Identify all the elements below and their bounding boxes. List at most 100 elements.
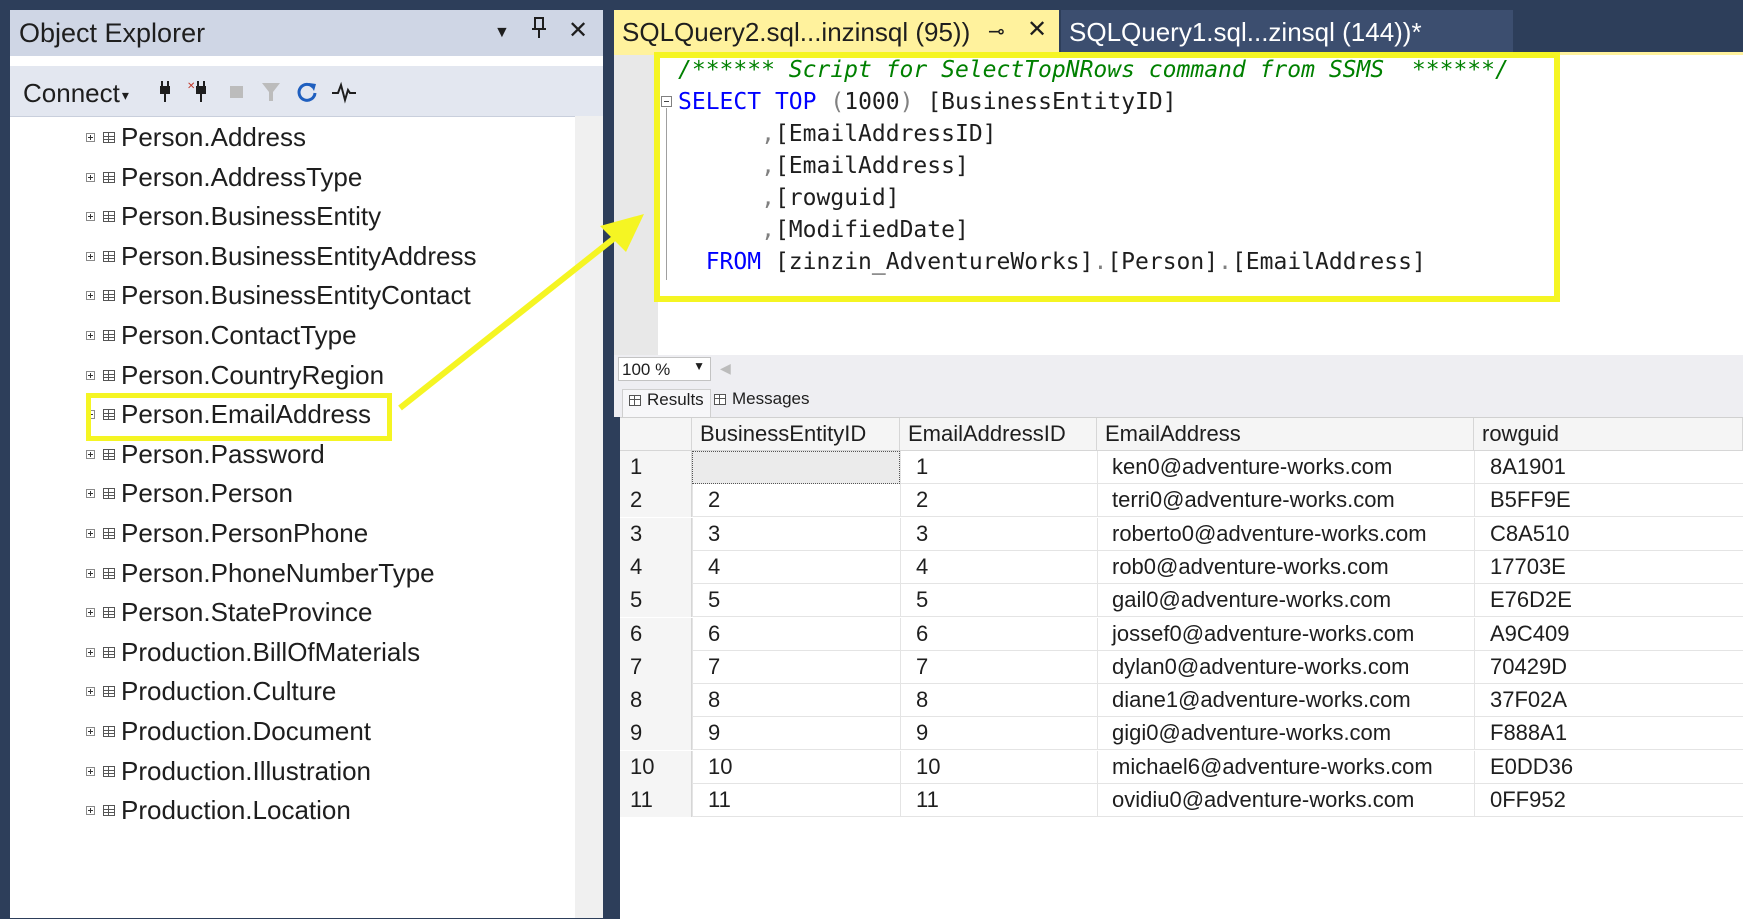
tree-item[interactable]: Person.BusinessEntityContact xyxy=(10,278,575,318)
table-cell[interactable]: diane1@adventure-works.com xyxy=(1112,687,1411,713)
table-cell[interactable]: 5 xyxy=(916,587,928,613)
table-cell[interactable]: roberto0@adventure-works.com xyxy=(1112,521,1427,547)
table-row[interactable]: 10 10 10 michael6@adventure-works.com E0DD36 xyxy=(620,750,1743,784)
table-cell[interactable]: gigi0@adventure-works.com xyxy=(1112,720,1391,746)
table-cell[interactable]: 1 xyxy=(916,454,928,480)
tree-item[interactable]: Person.BusinessEntityAddress xyxy=(10,239,575,279)
table-cell[interactable]: jossef0@adventure-works.com xyxy=(1112,621,1414,647)
table-cell[interactable]: F888A1 xyxy=(1490,720,1567,746)
tree-item[interactable]: Production.BillOfMaterials xyxy=(10,635,575,675)
table-cell[interactable]: 10 xyxy=(916,754,940,780)
tree-item[interactable]: Person.PersonPhone xyxy=(10,516,575,556)
results-grid[interactable]: BusinessEntityID EmailAddressID EmailAdd… xyxy=(620,417,1743,919)
row-number[interactable]: 3 xyxy=(620,517,692,551)
expand-icon[interactable] xyxy=(86,647,95,657)
table-cell[interactable]: 7 xyxy=(708,654,720,680)
tree-item[interactable]: Person.AddressType xyxy=(10,160,575,200)
table-cell[interactable]: 9 xyxy=(708,720,720,746)
table-cell[interactable]: 3 xyxy=(916,521,928,547)
table-row[interactable]: 2 2 2 terri0@adventure-works.com B5FF9E xyxy=(620,484,1743,518)
selected-cell[interactable] xyxy=(692,451,900,484)
table-cell[interactable]: 8 xyxy=(708,687,720,713)
column-header[interactable]: BusinessEntityID xyxy=(692,418,900,451)
expand-icon[interactable] xyxy=(86,608,95,618)
table-row[interactable]: 4 4 4 rob0@adventure-works.com 17703E xyxy=(620,550,1743,584)
table-cell[interactable]: 4 xyxy=(916,554,928,580)
sql-code-editor[interactable]: /****** Script for SelectTopNRows comman… xyxy=(614,55,1743,355)
table-cell[interactable]: 11 xyxy=(708,787,731,813)
table-cell[interactable]: 37F02A xyxy=(1490,687,1567,713)
activity-monitor-icon[interactable] xyxy=(331,80,356,104)
expand-icon[interactable] xyxy=(86,410,95,420)
table-cell[interactable]: gail0@adventure-works.com xyxy=(1112,587,1391,613)
table-row[interactable]: 7 7 7 dylan0@adventure-works.com 70429D xyxy=(620,650,1743,684)
table-cell[interactable]: 10 xyxy=(708,754,732,780)
tab-results[interactable]: Results xyxy=(622,389,711,418)
tab-messages[interactable]: Messages xyxy=(708,389,815,417)
table-cell[interactable]: B5FF9E xyxy=(1490,487,1571,513)
expand-icon[interactable] xyxy=(86,449,95,459)
tree-item[interactable]: Person.ContactType xyxy=(10,318,575,358)
table-cell[interactable]: 3 xyxy=(708,521,720,547)
table-cell[interactable]: A9C409 xyxy=(1490,621,1570,647)
connect-dropdown-button[interactable]: Connect ▾ xyxy=(23,78,129,109)
table-row[interactable]: 8 8 8 diane1@adventure-works.com 37F02A xyxy=(620,684,1743,718)
expand-icon[interactable] xyxy=(86,370,95,380)
scroll-left-icon[interactable]: ◀ xyxy=(720,360,731,377)
tree-item[interactable]: Person.Address xyxy=(10,120,575,160)
row-number[interactable]: 2 xyxy=(620,484,692,518)
table-cell[interactable]: 6 xyxy=(916,621,928,647)
table-cell[interactable]: 2 xyxy=(916,487,928,513)
expand-icon[interactable] xyxy=(86,489,95,499)
table-row[interactable]: 3 3 3 roberto0@adventure-works.com C8A510 xyxy=(620,517,1743,551)
table-cell[interactable]: 8 xyxy=(916,687,928,713)
expand-icon[interactable] xyxy=(86,687,95,697)
refresh-icon[interactable] xyxy=(295,80,319,104)
vertical-scrollbar[interactable] xyxy=(575,116,603,918)
expand-icon[interactable] xyxy=(86,133,95,142)
row-number-header[interactable] xyxy=(620,418,692,451)
row-number[interactable]: 6 xyxy=(620,617,692,651)
tree-item[interactable]: Person.BusinessEntity xyxy=(10,199,575,239)
tree-item[interactable]: Production.Culture xyxy=(10,674,575,714)
filter-icon[interactable] xyxy=(259,80,283,104)
tab-sqlquery2[interactable]: SQLQuery2.sql...inzinsql (95)) ⊸ ✕ xyxy=(614,10,1059,52)
close-tab-icon[interactable]: ✕ xyxy=(1027,15,1047,44)
pin-tab-icon[interactable]: ⊸ xyxy=(988,19,1005,44)
table-cell[interactable]: ovidiu0@adventure-works.com xyxy=(1112,787,1414,813)
close-panel-icon[interactable]: ✕ xyxy=(568,16,588,45)
table-cell[interactable]: dylan0@adventure-works.com xyxy=(1112,654,1409,680)
table-cell[interactable]: terri0@adventure-works.com xyxy=(1112,487,1395,513)
row-number[interactable]: 9 xyxy=(620,717,692,751)
table-row[interactable]: 9 9 9 gigi0@adventure-works.com F888A1 xyxy=(620,717,1743,751)
stop-icon[interactable] xyxy=(225,80,249,104)
zoom-dropdown[interactable]: 100 % ▼ xyxy=(618,357,711,381)
table-cell[interactable]: 4 xyxy=(708,554,720,580)
column-header[interactable]: EmailAddress xyxy=(1097,418,1474,451)
tree-item[interactable]: Production.Document xyxy=(10,714,575,754)
table-cell[interactable]: ken0@adventure-works.com xyxy=(1112,454,1392,480)
expand-icon[interactable] xyxy=(86,172,95,182)
row-number[interactable]: 7 xyxy=(620,650,692,684)
table-cell[interactable]: E0DD36 xyxy=(1490,754,1573,780)
window-position-dropdown-icon[interactable]: ▼ xyxy=(494,24,510,42)
table-cell[interactable]: 7 xyxy=(916,654,928,680)
table-cell[interactable]: rob0@adventure-works.com xyxy=(1112,554,1389,580)
expand-icon[interactable] xyxy=(86,806,95,816)
row-number[interactable]: 10 xyxy=(620,750,692,784)
row-number[interactable]: 4 xyxy=(620,550,692,584)
column-header[interactable]: rowguid xyxy=(1474,418,1743,451)
column-header[interactable]: EmailAddressID xyxy=(900,418,1097,451)
connect-icon[interactable] xyxy=(153,80,177,104)
tree-item[interactable]: Person.StateProvince xyxy=(10,595,575,635)
table-cell[interactable]: C8A510 xyxy=(1490,521,1570,547)
row-number[interactable]: 5 xyxy=(620,584,692,618)
table-cell[interactable]: 6 xyxy=(708,621,720,647)
expand-icon[interactable] xyxy=(86,727,95,736)
table-cell[interactable]: michael6@adventure-works.com xyxy=(1112,754,1433,780)
expand-icon[interactable] xyxy=(86,766,95,776)
expand-icon[interactable] xyxy=(86,251,95,261)
tree-item[interactable]: Person.Person xyxy=(10,476,575,516)
table-cell[interactable]: 17703E xyxy=(1490,554,1566,580)
table-row[interactable]: 11 11 11 ovidiu0@adventure-works.com 0FF952 xyxy=(620,784,1743,817)
